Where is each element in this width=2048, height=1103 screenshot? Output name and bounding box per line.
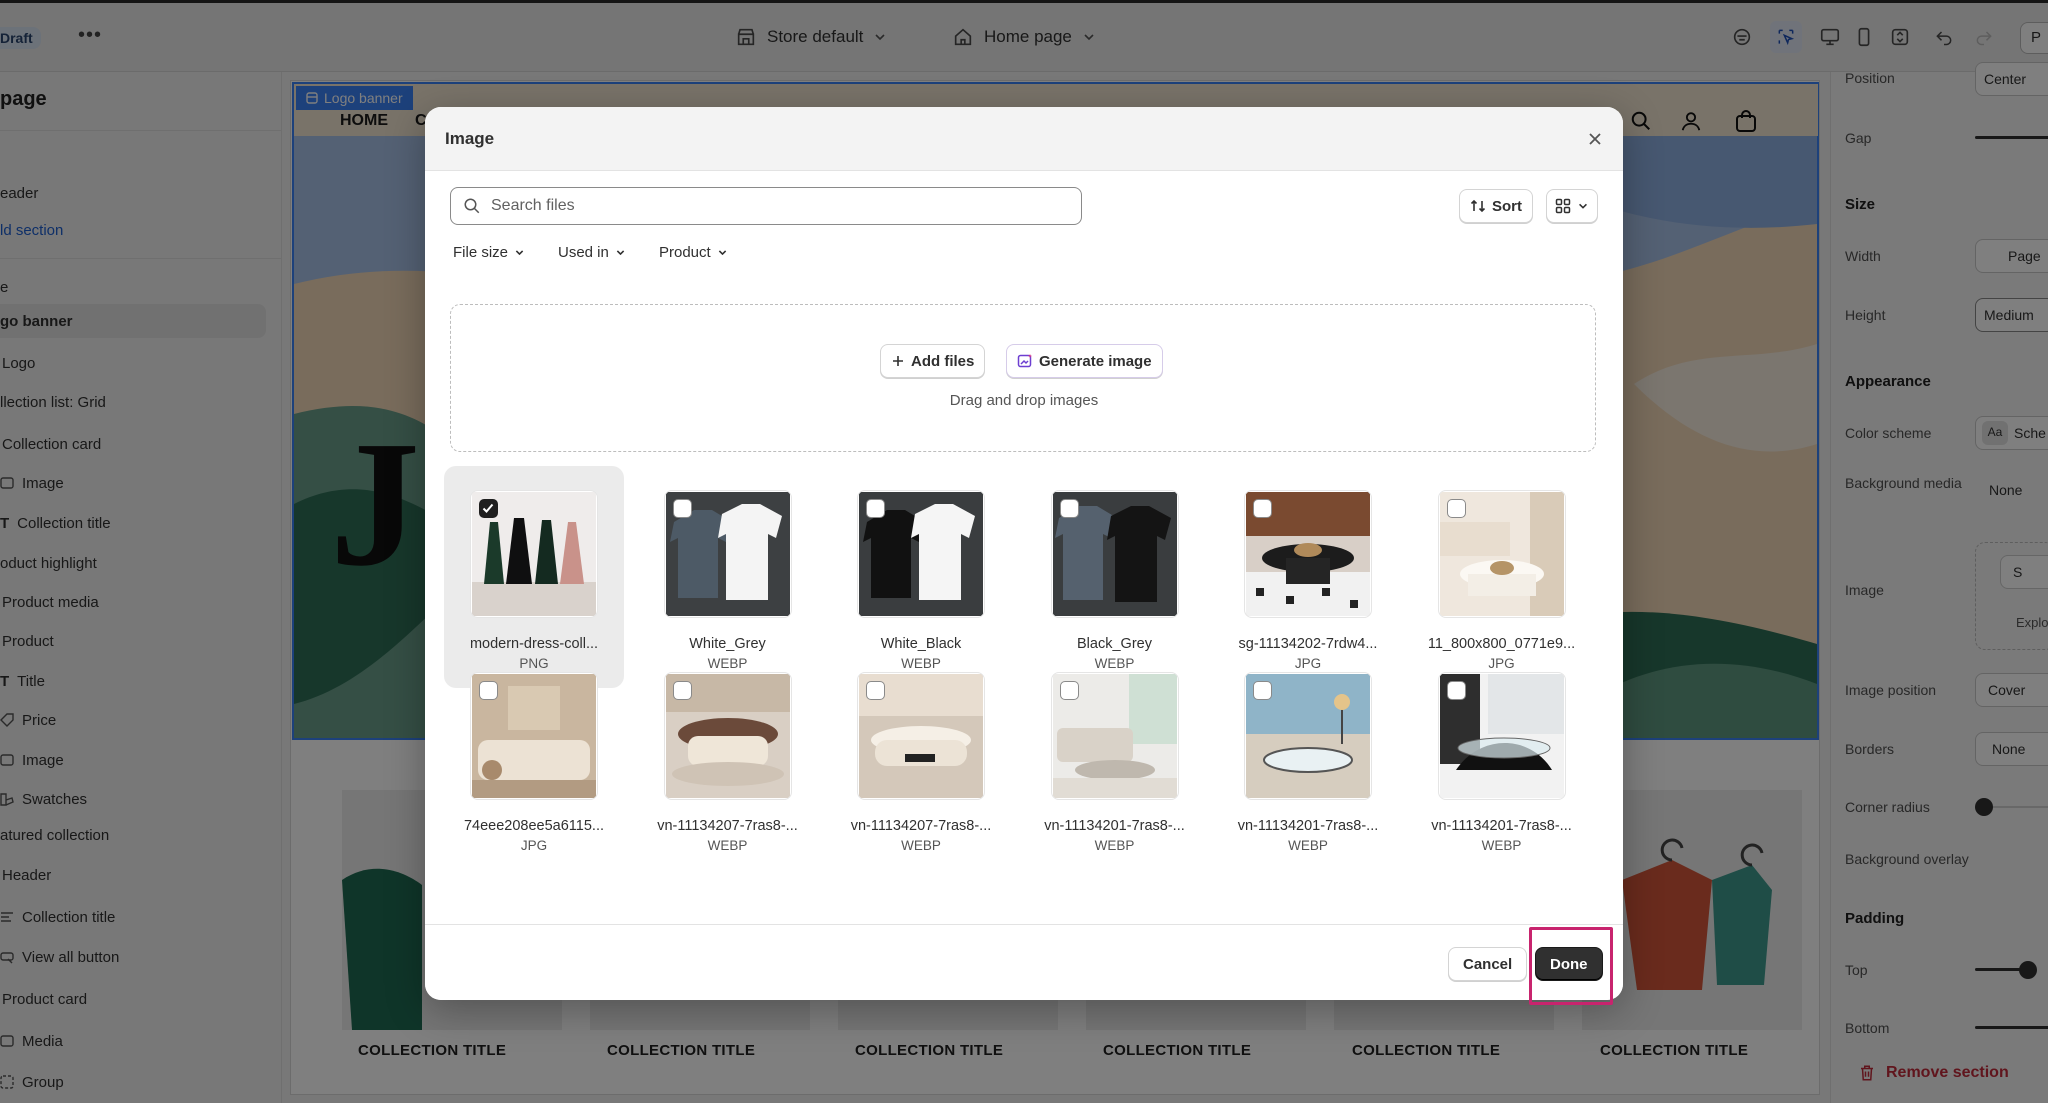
file-tile[interactable]: vn-11134201-7ras8-... WEBP [1025, 648, 1205, 870]
file-thumbnail[interactable] [1244, 490, 1372, 618]
filter-label: Used in [558, 243, 609, 261]
file-checkbox[interactable] [1253, 681, 1272, 700]
filter-label: File size [453, 243, 509, 261]
file-type: WEBP [707, 838, 748, 853]
file-name: vn-11134207-7ras8-... [850, 818, 992, 834]
file-name: vn-11134201-7ras8-... [1044, 818, 1185, 834]
close-icon [1587, 131, 1603, 147]
file-thumbnail[interactable] [1437, 672, 1566, 800]
file-tile[interactable]: 74eee208ee5a6115... JPG [444, 648, 624, 870]
search-icon [463, 197, 481, 215]
file-checkbox[interactable] [866, 499, 885, 518]
checkmark-icon [482, 503, 494, 513]
file-type: JPG [520, 838, 548, 853]
chevron-down-icon [717, 247, 728, 258]
search-files-input[interactable] [491, 197, 1051, 215]
file-checkbox[interactable] [866, 681, 885, 700]
file-checkbox[interactable] [1059, 681, 1079, 700]
done-button-highlight [1529, 927, 1613, 1005]
grid-view-icon [1555, 198, 1571, 214]
file-checkbox[interactable] [1446, 499, 1466, 518]
sort-arrows-icon [1470, 198, 1486, 214]
file-name: 74eee208ee5a6115... [463, 818, 605, 834]
sort-button[interactable]: Sort [1459, 189, 1533, 223]
image-picker-modal: Image Sort File size Used in Product Add… [425, 107, 1623, 1000]
file-thumbnail[interactable] [1050, 672, 1179, 800]
file-dropzone[interactable] [450, 304, 1596, 452]
file-thumbnail[interactable] [857, 672, 985, 800]
file-grid: modern-dress-coll... PNG White_Grey WEBP Whi… [425, 462, 1623, 906]
drag-drop-hint: Drag and drop images [949, 392, 1099, 409]
file-checkbox[interactable] [1253, 499, 1272, 518]
chevron-down-icon [615, 247, 626, 258]
file-tile[interactable]: vn-11134207-7ras8-... WEBP [831, 648, 1011, 870]
file-checkbox[interactable] [672, 499, 692, 518]
sort-label: Sort [1492, 197, 1522, 215]
file-thumbnail[interactable] [663, 672, 792, 800]
file-type: WEBP [1094, 838, 1135, 853]
file-name: vn-11134201-7ras8-... [1237, 818, 1379, 834]
file-checkbox[interactable] [1059, 499, 1079, 518]
file-thumbnail[interactable] [663, 490, 792, 618]
modal-header [425, 107, 1623, 171]
search-files-box[interactable] [450, 187, 1082, 225]
file-type: WEBP [901, 838, 941, 853]
file-type: WEBP [1288, 838, 1328, 853]
generate-image-button[interactable]: Generate image [1006, 344, 1163, 378]
chevron-down-icon [514, 247, 525, 258]
filter-label: Product [659, 243, 711, 261]
file-thumbnail[interactable] [1437, 490, 1566, 618]
file-thumbnail[interactable] [1050, 490, 1179, 618]
file-tile[interactable]: vn-11134207-7ras8-... WEBP [638, 648, 818, 870]
file-thumbnail[interactable] [857, 490, 985, 618]
file-checkbox[interactable] [672, 681, 692, 700]
cancel-button[interactable]: Cancel [1448, 947, 1528, 981]
view-toggle-button[interactable] [1546, 189, 1598, 223]
add-files-button[interactable]: Add files [880, 344, 986, 378]
add-files-label: Add files [911, 352, 975, 370]
magic-image-icon [1017, 353, 1033, 369]
file-thumbnail[interactable] [1244, 672, 1372, 800]
file-name: vn-11134207-7ras8-... [657, 818, 798, 834]
file-tile[interactable]: vn-11134201-7ras8-... WEBP [1412, 648, 1592, 870]
file-name: vn-11134201-7ras8-... [1431, 818, 1572, 834]
file-checkbox[interactable] [1446, 681, 1466, 700]
file-thumbnail[interactable] [470, 672, 598, 800]
chevron-down-icon [1577, 200, 1589, 212]
modal-footer [425, 924, 1623, 1000]
file-thumbnail[interactable] [470, 490, 598, 618]
generate-image-label: Generate image [1039, 352, 1152, 370]
modal-title: Image [445, 129, 495, 148]
close-button[interactable] [1583, 127, 1607, 151]
file-checkbox[interactable] [479, 499, 498, 518]
plus-icon [891, 354, 905, 368]
file-type: WEBP [1481, 838, 1522, 853]
file-checkbox[interactable] [479, 681, 498, 700]
file-tile[interactable]: vn-11134201-7ras8-... WEBP [1218, 648, 1398, 870]
file-size-filter[interactable]: File size [441, 237, 537, 267]
product-filter[interactable]: Product [647, 237, 740, 267]
used-in-filter[interactable]: Used in [546, 237, 638, 267]
